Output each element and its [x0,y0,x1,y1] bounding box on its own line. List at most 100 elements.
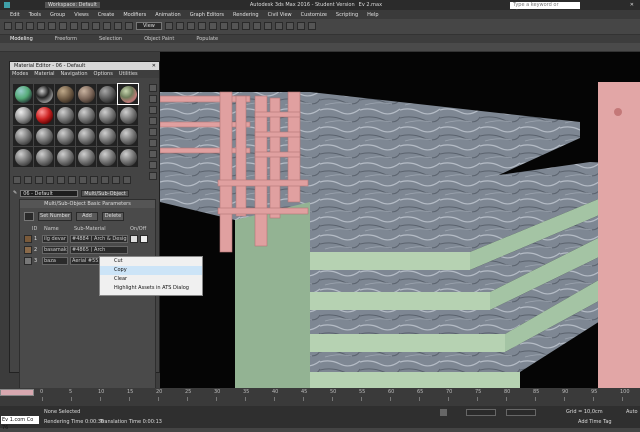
menu-modifiers[interactable]: Modifiers [123,12,146,18]
window-crossing-icon[interactable] [92,22,100,30]
menu-civil-view[interactable]: Civil View [268,12,292,18]
make-preview-icon[interactable] [149,139,157,147]
menu-help[interactable]: Help [367,12,378,18]
rect-select-icon[interactable] [81,22,89,30]
video-color-icon[interactable] [149,128,157,136]
view-dropdown[interactable]: View [136,22,162,30]
search-field[interactable]: Type a keyword or phrase [510,1,581,15]
sub-material-row[interactable]: 1 ilg devar #4884 ( Arch & Design ) [24,233,155,244]
material-type-button[interactable]: Multi/Sub-Object [81,189,129,197]
menu-modes[interactable]: Modes [12,71,28,77]
get-material-icon[interactable] [13,176,21,184]
row-name[interactable]: ilg devar [42,234,68,243]
curve-editor-icon[interactable] [252,22,261,30]
spinner-snap-icon[interactable] [208,22,217,30]
sample-slot[interactable] [34,105,54,125]
sample-slot[interactable] [13,147,33,167]
menu-item-cut[interactable]: Cut [100,257,202,266]
reset-map-icon[interactable] [46,176,54,184]
col-on-off[interactable]: On/Off [130,226,146,232]
time-slider[interactable] [0,389,34,396]
sample-slot-selected[interactable] [117,83,139,105]
coordinate-y-field[interactable] [506,409,536,416]
row-on-checkbox[interactable] [140,234,148,243]
go-to-parent-icon[interactable] [112,176,120,184]
rollout-header[interactable]: Multi/Sub-Object Basic Parameters [20,200,155,208]
row-name[interactable]: basamak [42,245,68,254]
align-icon[interactable] [230,22,239,30]
menu-views[interactable]: Views [74,12,88,18]
show-shaded-icon[interactable] [90,176,98,184]
pivot-icon[interactable] [164,22,173,30]
material-id-icon[interactable] [79,176,87,184]
mirror-icon[interactable] [219,22,228,30]
menu-item-copy[interactable]: Copy [100,266,202,275]
sample-slot[interactable] [76,126,96,146]
sample-slot[interactable] [55,147,75,167]
menu-animation[interactable]: Animation [155,12,181,18]
background-icon[interactable] [149,106,157,114]
menu-graph-editors[interactable]: Graph Editors [190,12,224,18]
options-icon[interactable] [149,150,157,158]
delete-button[interactable]: Delete [102,212,124,221]
redo-icon[interactable] [15,22,23,30]
select-by-name-icon[interactable] [70,22,78,30]
swatch-icon[interactable] [24,245,32,254]
put-to-scene-icon[interactable] [24,176,32,184]
menu-tools[interactable]: Tools [29,12,41,18]
sample-slot[interactable] [97,147,117,167]
material-name-field[interactable]: 06 - Default [20,189,79,197]
sample-slot[interactable] [55,126,75,146]
row-sub-material[interactable]: #4865 ( Arch [70,245,128,254]
scale-icon[interactable] [125,22,133,30]
unlink-icon[interactable] [37,22,45,30]
swatch-icon[interactable] [24,256,32,265]
sample-slot[interactable] [118,105,138,125]
row-name[interactable]: baza [42,256,68,265]
sample-slot[interactable] [13,126,33,146]
sample-slot[interactable] [13,105,33,125]
close-icon[interactable]: ✕ [152,63,156,69]
swatch-icon[interactable] [24,234,32,243]
link-icon[interactable] [26,22,34,30]
go-forward-icon[interactable] [123,176,131,184]
maxscript-listener[interactable]: Ev 1.com Co 76 [1,416,39,431]
select-icon[interactable] [59,22,67,30]
set-number-button[interactable]: Set Number [38,212,72,221]
sample-type-icon[interactable] [149,84,157,92]
sub-material-row[interactable]: 2 basamak #4865 ( Arch [24,244,155,255]
sample-slot[interactable] [76,105,96,125]
tab-selection[interactable]: Selection [99,36,122,42]
sample-slot[interactable] [34,84,54,104]
assign-to-selection-icon[interactable] [35,176,43,184]
menu-material[interactable]: Material [34,71,54,77]
menu-options[interactable]: Options [94,71,113,77]
sample-slot[interactable] [76,147,96,167]
tab-modeling[interactable]: Modeling [10,36,33,42]
menu-navigation[interactable]: Navigation [61,71,88,77]
menu-create[interactable]: Create [98,12,115,18]
sample-slot[interactable] [34,126,54,146]
viewport-perspective[interactable] [160,52,640,388]
eyedropper-icon[interactable]: ✎ [13,190,17,196]
menu-rendering[interactable]: Rendering [233,12,259,18]
rotate-icon[interactable] [114,22,122,30]
row-sub-material[interactable]: #4884 ( Arch & Design ) [70,234,128,243]
snap-icon[interactable] [175,22,184,30]
sample-slot[interactable] [97,84,117,104]
menu-customize[interactable]: Customize [301,12,327,18]
percent-snap-icon[interactable] [197,22,206,30]
sample-slot[interactable] [97,105,117,125]
render-setup-icon[interactable] [285,22,294,30]
tab-object-paint[interactable]: Object Paint [144,36,174,42]
workspace-dropdown[interactable]: Workspace: Default [45,2,100,8]
backlight-icon[interactable] [149,95,157,103]
render-icon[interactable] [307,22,316,30]
col-id[interactable]: ID [32,226,44,232]
sample-slot[interactable] [34,147,54,167]
set-number-counter[interactable] [24,212,34,221]
menu-item-highlight-assets[interactable]: Highlight Assets in ATS Dialog [100,284,202,293]
menu-utilities[interactable]: Utilities [119,71,138,77]
angle-snap-icon[interactable] [186,22,195,30]
sample-slot[interactable] [97,126,117,146]
